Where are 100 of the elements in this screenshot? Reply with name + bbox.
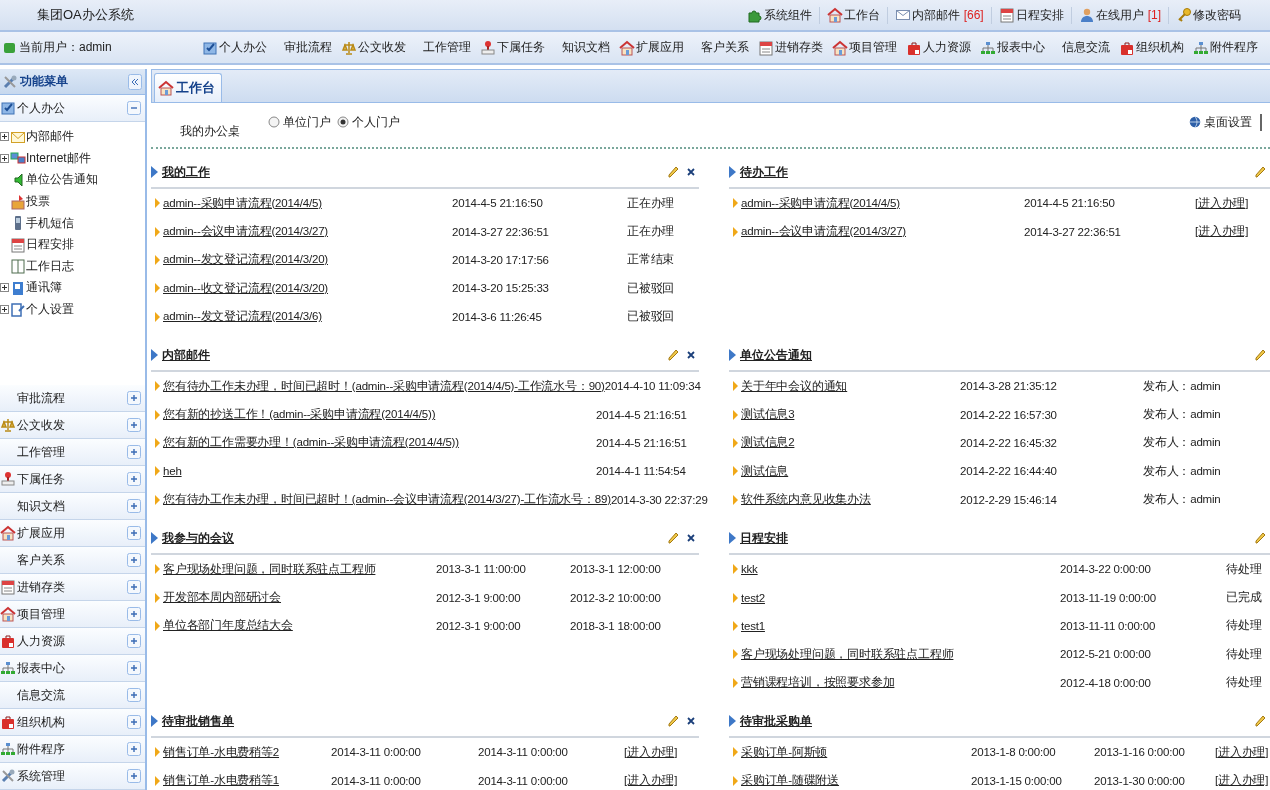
nav-link[interactable]: 个人办公 (202, 39, 267, 56)
nav-link[interactable]: 公文收发 (341, 39, 406, 56)
sidebar-group[interactable]: 进销存类 (0, 574, 145, 601)
sidebar-group[interactable]: 审批流程 (0, 385, 145, 412)
expand-button[interactable] (127, 769, 141, 783)
item-link[interactable]: 销售订单-水电费稍等1 (163, 773, 280, 789)
sidebar-group[interactable]: 扩展应用 (0, 520, 145, 547)
sidebar-group[interactable]: 知识文档 (0, 493, 145, 520)
item-link[interactable]: admin--收文登记流程(2014/3/20) (163, 280, 328, 296)
tree-item[interactable]: 投票 (0, 190, 145, 213)
sidebar-group[interactable]: 信息交流 (0, 682, 145, 709)
nav-link[interactable]: 知识文档 (562, 39, 610, 56)
expand-button[interactable] (127, 472, 141, 486)
close-icon[interactable] (687, 168, 695, 176)
item-link[interactable]: test2 (741, 591, 765, 604)
item-link[interactable]: 您有待办工作未办理，时间已超时！(admin--会议申请流程(2014/3/27)-工作流水号：89) (163, 492, 611, 508)
tree-item[interactable]: 通讯簿 (0, 277, 145, 299)
item-link[interactable]: admin--会议申请流程(2014/3/27) (741, 224, 906, 240)
item-link[interactable]: 采购订单-阿斯顿 (741, 744, 828, 760)
expand-button[interactable] (127, 742, 141, 756)
item-link[interactable]: admin--采购申请流程(2014/4/5) (163, 195, 322, 211)
item-link[interactable]: 关于年中会议的通知 (741, 378, 848, 394)
close-icon[interactable] (687, 351, 695, 359)
radio-button[interactable] (337, 116, 349, 128)
sidebar-group[interactable]: 公文收发 (0, 412, 145, 439)
item-link[interactable]: admin--采购申请流程(2014/4/5) (741, 195, 900, 211)
action-link[interactable]: [进入办理] (1215, 745, 1269, 758)
tree-item[interactable]: 日程安排 (0, 233, 145, 256)
item-link[interactable]: heh (163, 465, 182, 478)
action-link[interactable]: [进入办理] (624, 774, 678, 787)
item-link[interactable]: 您有新的工作需要办理！(admin--采购申请流程(2014/4/5)) (163, 435, 459, 451)
nav-link[interactable]: 信息交流 (1062, 39, 1110, 56)
item-link[interactable]: 您有新的抄送工作！(admin--采购申请流程(2014/4/5)) (163, 407, 436, 423)
item-link[interactable]: 客户现场处理问题，同时联系驻点工程师 (741, 646, 954, 662)
nav-link[interactable]: 附件程序 (1193, 39, 1258, 56)
nav-link[interactable]: 客户关系 (701, 39, 749, 56)
close-icon[interactable] (687, 717, 695, 725)
sidebar-group[interactable]: 系统管理 (0, 763, 145, 790)
item-link[interactable]: kkk (741, 563, 758, 576)
item-link[interactable]: 客户现场处理问题，同时联系驻点工程师 (163, 561, 376, 577)
item-link[interactable]: 测试信息 (741, 463, 789, 479)
action-link[interactable]: [进入办理] (1195, 196, 1249, 209)
item-link[interactable]: test1 (741, 619, 765, 632)
sidebar-group[interactable]: 人力资源 (0, 628, 145, 655)
expand-button[interactable] (127, 634, 141, 648)
radio-button[interactable] (268, 116, 280, 128)
sidebar-group[interactable]: 工作管理 (0, 439, 145, 466)
top-link[interactable]: 在线用户 [1] (1070, 6, 1168, 24)
item-link[interactable]: admin--发文登记流程(2014/3/20) (163, 252, 328, 268)
item-link[interactable]: 测试信息3 (741, 407, 795, 423)
item-link[interactable]: 测试信息2 (741, 435, 795, 451)
expand-button[interactable] (127, 553, 141, 567)
desk-settings-link[interactable]: 桌面设置 (1188, 113, 1262, 131)
sidebar-group[interactable]: 附件程序 (0, 736, 145, 763)
expand-button[interactable] (127, 391, 141, 405)
pencil-icon[interactable] (668, 715, 679, 727)
collapse-button[interactable] (127, 101, 141, 115)
tree-item[interactable]: 手机短信 (0, 212, 145, 234)
nav-link[interactable]: 项目管理 (832, 39, 897, 56)
item-link[interactable]: 您有待办工作未办理，时间已超时！(admin--采购申请流程(2014/4/5)-工作流水号：90) (163, 378, 605, 394)
tab[interactable]: 工作台 (154, 73, 222, 102)
expand-button[interactable] (127, 526, 141, 540)
tree-item[interactable]: 工作日志 (0, 255, 145, 278)
tree-item[interactable]: 个人设置 (0, 298, 145, 321)
nav-link[interactable]: 扩展应用 (619, 39, 684, 56)
nav-link[interactable]: 人力资源 (906, 39, 971, 56)
nav-link[interactable]: 工作管理 (423, 39, 471, 56)
action-link[interactable]: [进入办理] (624, 745, 678, 758)
pencil-icon[interactable] (1255, 349, 1266, 361)
top-link[interactable]: 修改密码 (1168, 6, 1248, 24)
expand-button[interactable] (127, 418, 141, 432)
item-link[interactable]: 营销课程培训，按照要求参加 (741, 675, 895, 691)
expand-button[interactable] (127, 607, 141, 621)
sidebar-group[interactable]: 个人办公 (0, 95, 145, 122)
item-link[interactable]: 销售订单-水电费稍等2 (163, 744, 280, 760)
collapse-sidebar-button[interactable] (128, 73, 142, 90)
nav-link[interactable]: 报表中心 (980, 39, 1045, 56)
expand-button[interactable] (127, 580, 141, 594)
item-link[interactable]: 采购订单-随碟附送 (741, 773, 840, 789)
sidebar-group[interactable]: 客户关系 (0, 547, 145, 574)
pencil-icon[interactable] (668, 532, 679, 544)
pencil-icon[interactable] (668, 349, 679, 361)
close-icon[interactable] (687, 534, 695, 542)
item-link[interactable]: 软件系统内意见收集办法 (741, 492, 871, 508)
sidebar-group[interactable]: 组织机构 (0, 709, 145, 736)
nav-link[interactable]: 审批流程 (284, 39, 332, 56)
item-link[interactable]: admin--发文登记流程(2014/3/6) (163, 309, 322, 325)
item-link[interactable]: 单位各部门年度总结大会 (163, 618, 293, 634)
top-link[interactable]: 内部邮件 [66] (886, 6, 991, 24)
sidebar-group[interactable]: 下属任务 (0, 466, 145, 493)
action-link[interactable]: [进入办理] (1215, 774, 1269, 787)
action-link[interactable]: [进入办理] (1195, 225, 1249, 238)
sidebar-group[interactable]: 项目管理 (0, 601, 145, 628)
top-link[interactable]: 工作台 (818, 6, 887, 24)
expand-button[interactable] (127, 715, 141, 729)
expand-button[interactable] (127, 661, 141, 675)
tree-item[interactable]: Internet邮件 (0, 147, 145, 170)
pencil-icon[interactable] (1255, 532, 1266, 544)
nav-link[interactable]: 进销存类 (758, 39, 823, 56)
tree-item[interactable]: 单位公告通知 (0, 169, 145, 191)
